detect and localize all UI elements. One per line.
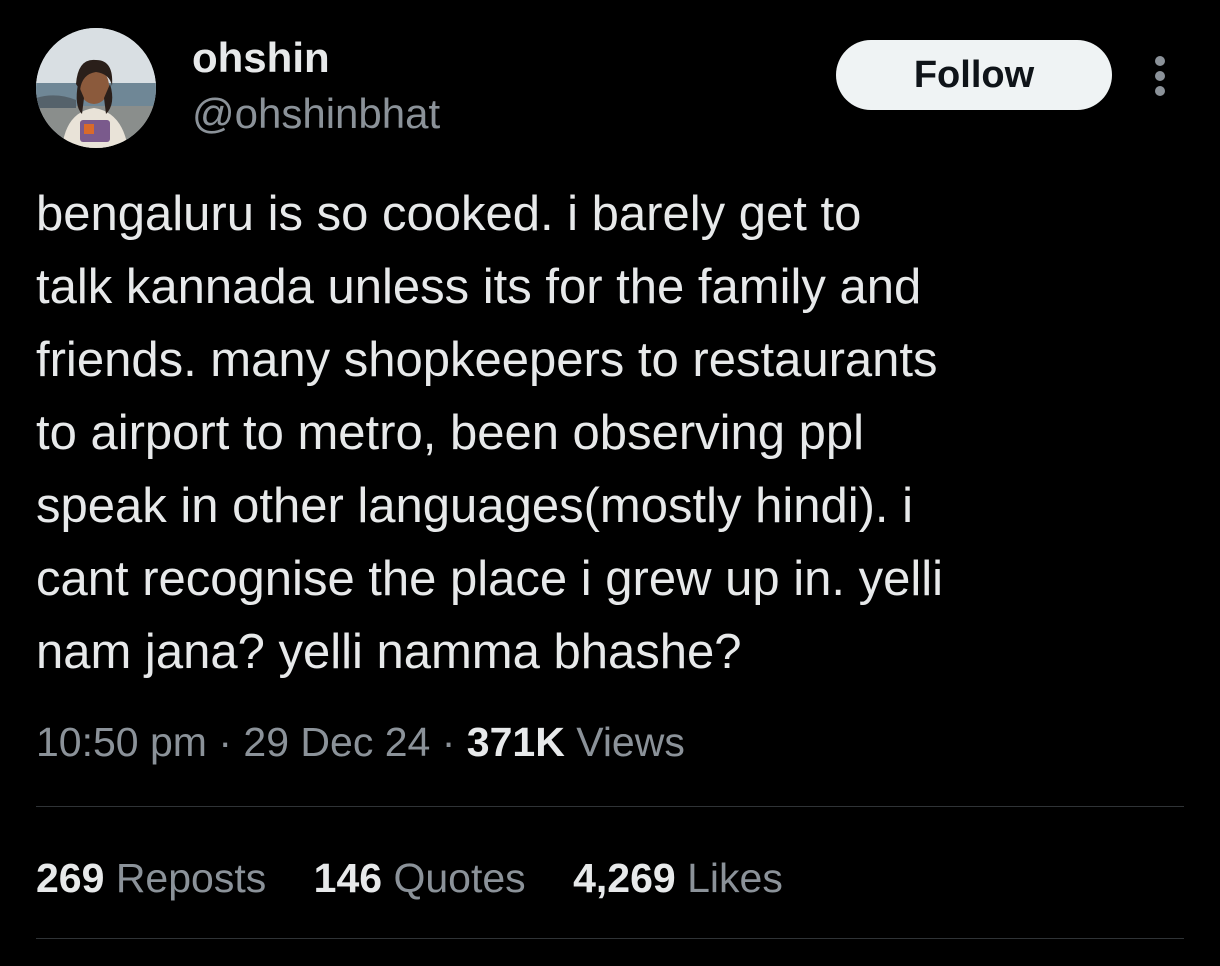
quotes-count: 146 xyxy=(313,855,383,901)
separator-dot: · xyxy=(441,719,456,765)
separator-dot: · xyxy=(218,719,233,765)
author-name[interactable]: ohshin xyxy=(192,32,330,84)
tweet-text-line: nam jana? yelli namma bhashe? xyxy=(36,625,742,679)
engagement-stats: 269 Reposts 146 Quotes 4,269 Likes xyxy=(36,850,819,906)
views-label[interactable]: Views xyxy=(576,719,685,765)
tweet-date[interactable]: 29 Dec 24 xyxy=(243,719,430,765)
follow-button[interactable]: Follow xyxy=(836,40,1112,110)
tweet-card: ohshin @ohshinbhat Follow bengaluru is s… xyxy=(0,0,1220,966)
tweet-text-line: to airport to metro, been observing ppl xyxy=(36,406,865,460)
more-vertical-icon[interactable] xyxy=(1146,56,1174,96)
tweet-text-line: cant recognise the place i grew up in. y… xyxy=(36,552,944,606)
likes-stat[interactable]: 4,269 Likes xyxy=(573,855,783,901)
tweet-text: bengaluru is so cooked. i barely get to … xyxy=(36,178,1186,689)
likes-count: 4,269 xyxy=(573,855,676,901)
quotes-label: Quotes xyxy=(393,855,526,901)
views-count[interactable]: 371K xyxy=(467,719,565,765)
tweet-text-line: speak in other languages(mostly hindi). … xyxy=(36,479,914,533)
divider xyxy=(36,806,1184,807)
tweet-meta: 10:50 pm · 29 Dec 24 · 371K Views xyxy=(36,714,685,770)
likes-label: Likes xyxy=(687,855,783,901)
tweet-text-line: talk kannada unless its for the family a… xyxy=(36,260,922,314)
tweet-text-line: friends. many shopkeepers to restaurants xyxy=(36,333,938,387)
tweet-time[interactable]: 10:50 pm xyxy=(36,719,207,765)
reposts-label: Reposts xyxy=(115,855,267,901)
profile-photo-icon xyxy=(36,28,156,148)
tweet-text-line: bengaluru is so cooked. i barely get to xyxy=(36,187,862,241)
author-handle[interactable]: @ohshinbhat xyxy=(192,88,440,140)
avatar[interactable] xyxy=(36,28,156,148)
divider xyxy=(36,938,1184,939)
quotes-stat[interactable]: 146 Quotes xyxy=(314,855,526,901)
reposts-count: 269 xyxy=(36,855,105,901)
reposts-stat[interactable]: 269 Reposts xyxy=(36,855,266,901)
